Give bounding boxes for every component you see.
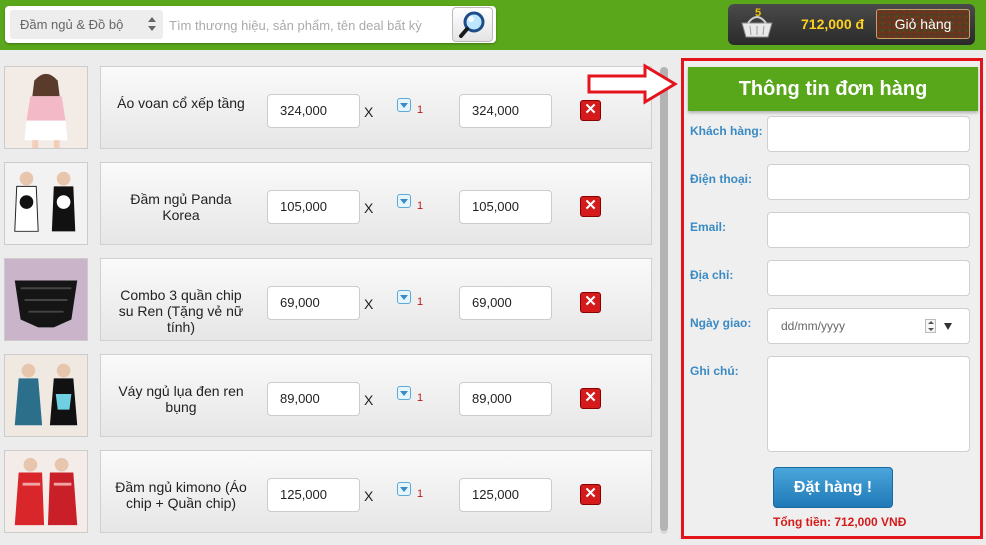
delivery-date-label: Ngày giao: bbox=[690, 316, 752, 330]
cart-item-row: Đầm ngủ Panda Korea 105,000 X 1 105,000 … bbox=[100, 162, 652, 245]
spinner-icon[interactable] bbox=[925, 319, 936, 333]
phone-field[interactable] bbox=[767, 164, 970, 200]
delete-icon[interactable]: ✕ bbox=[580, 484, 601, 505]
cart-count: 5 bbox=[755, 7, 762, 19]
product-name[interactable]: Combo 3 quần chip su Ren (Tặng vẻ nữ tín… bbox=[113, 287, 249, 335]
unit-price: 324,000 bbox=[267, 94, 360, 128]
unit-price: 105,000 bbox=[267, 190, 360, 224]
top-bar: Đầm ngủ & Đồ bộ 5 712,000 đ Giỏ hàng bbox=[0, 0, 986, 50]
search-button[interactable] bbox=[452, 7, 493, 42]
select-arrows-icon bbox=[148, 17, 156, 31]
quantity-value[interactable]: 1 bbox=[417, 200, 423, 212]
cart-item-row: Combo 3 quần chip su Ren (Tặng vẻ nữ tín… bbox=[100, 258, 652, 341]
line-total: 125,000 bbox=[459, 478, 552, 512]
cart-summary[interactable]: 5 712,000 đ Giỏ hàng bbox=[728, 4, 975, 45]
chevron-down-icon[interactable] bbox=[944, 323, 952, 330]
search-bar: Đầm ngủ & Đồ bộ bbox=[5, 6, 496, 43]
cart-item-row: Váy ngủ lụa đen ren bụng 89,000 X 1 89,0… bbox=[100, 354, 652, 437]
phone-label: Điện thoại: bbox=[690, 172, 752, 186]
search-icon bbox=[459, 11, 485, 38]
quantity-value[interactable]: 1 bbox=[417, 392, 423, 404]
customer-label: Khách hàng: bbox=[690, 124, 763, 138]
order-total: Tổng tiền: 712,000 VNĐ bbox=[773, 515, 907, 529]
unit-price: 89,000 bbox=[267, 382, 360, 416]
multiply-sign: X bbox=[364, 296, 374, 312]
product-image[interactable] bbox=[4, 450, 88, 533]
quantity-dropdown-icon[interactable] bbox=[397, 290, 411, 304]
quantity-dropdown-icon[interactable] bbox=[397, 194, 411, 208]
product-photo bbox=[5, 259, 87, 340]
email-field[interactable] bbox=[767, 212, 970, 248]
quantity-dropdown-icon[interactable] bbox=[397, 98, 411, 112]
product-name[interactable]: Đầm ngủ Panda Korea bbox=[113, 191, 249, 223]
scrollbar[interactable] bbox=[660, 67, 668, 534]
multiply-sign: X bbox=[364, 392, 374, 408]
place-order-button[interactable]: Đặt hàng ! bbox=[773, 467, 893, 508]
delivery-date-field[interactable]: dd/mm/yyyy bbox=[767, 308, 970, 344]
product-photo bbox=[5, 67, 87, 148]
unit-price: 125,000 bbox=[267, 478, 360, 512]
cart-total: 712,000 đ bbox=[801, 16, 865, 32]
line-total: 69,000 bbox=[459, 286, 552, 320]
cart-item-row: Áo voan cổ xếp tầng 324,000 X 1 324,000 … bbox=[100, 66, 652, 149]
line-total: 105,000 bbox=[459, 190, 552, 224]
product-name[interactable]: Váy ngủ lụa đen ren bụng bbox=[113, 383, 249, 415]
category-select[interactable]: Đầm ngủ & Đồ bộ bbox=[10, 10, 163, 39]
product-name[interactable]: Đầm ngủ kimono (Áo chip + Quần chip) bbox=[113, 479, 249, 511]
product-image[interactable] bbox=[4, 66, 88, 149]
cart-item-row: Đầm ngủ kimono (Áo chip + Quần chip) 125… bbox=[100, 450, 652, 533]
search-input[interactable] bbox=[165, 10, 453, 41]
product-image[interactable] bbox=[4, 258, 88, 341]
scrollbar-thumb[interactable] bbox=[660, 67, 668, 531]
product-photo bbox=[5, 451, 87, 532]
quantity-dropdown-icon[interactable] bbox=[397, 386, 411, 400]
category-select-value: Đầm ngủ & Đồ bộ bbox=[20, 17, 124, 32]
multiply-sign: X bbox=[364, 488, 374, 504]
delete-icon[interactable]: ✕ bbox=[580, 196, 601, 217]
product-photo bbox=[5, 163, 87, 244]
product-image[interactable] bbox=[4, 354, 88, 437]
arrow-right-icon bbox=[587, 63, 678, 105]
note-field[interactable] bbox=[767, 356, 970, 452]
order-panel-title: Thông tin đơn hàng bbox=[688, 67, 978, 111]
email-label: Email: bbox=[690, 220, 727, 234]
order-info-panel: Thông tin đơn hàng Khách hàng: Điện thoạ… bbox=[681, 58, 983, 539]
date-placeholder: dd/mm/yyyy bbox=[781, 319, 846, 333]
quantity-value[interactable]: 1 bbox=[417, 296, 423, 308]
product-name[interactable]: Áo voan cổ xếp tầng bbox=[113, 95, 249, 111]
line-total: 324,000 bbox=[459, 94, 552, 128]
note-label: Ghi chú: bbox=[690, 364, 739, 378]
address-label: Địa chỉ: bbox=[690, 268, 734, 282]
multiply-sign: X bbox=[364, 104, 374, 120]
delete-icon[interactable]: ✕ bbox=[580, 388, 601, 409]
quantity-value[interactable]: 1 bbox=[417, 104, 423, 116]
line-total: 89,000 bbox=[459, 382, 552, 416]
product-photo bbox=[5, 355, 87, 436]
cart-button[interactable]: Giỏ hàng bbox=[876, 9, 970, 39]
unit-price: 69,000 bbox=[267, 286, 360, 320]
quantity-value[interactable]: 1 bbox=[417, 488, 423, 500]
address-field[interactable] bbox=[767, 260, 970, 296]
customer-name-field[interactable] bbox=[767, 116, 970, 152]
product-image[interactable] bbox=[4, 162, 88, 245]
delete-icon[interactable]: ✕ bbox=[580, 292, 601, 313]
multiply-sign: X bbox=[364, 200, 374, 216]
quantity-dropdown-icon[interactable] bbox=[397, 482, 411, 496]
